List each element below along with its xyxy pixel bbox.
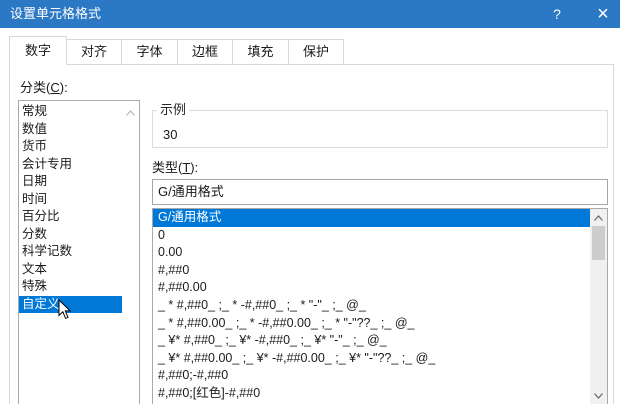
tab-fill[interactable]: 填充 <box>232 39 289 64</box>
format-type-listbox[interactable]: G/通用格式 0 0.00 #,##0 #,##0.00 _ * #,##0_ ;_ * … <box>152 208 608 404</box>
sample-label: 示例 <box>157 102 190 118</box>
chevron-up-icon <box>126 109 135 116</box>
category-list-item[interactable]: 日期 <box>19 173 122 191</box>
type-label-suffix: ): <box>190 160 199 175</box>
format-type-scrollbar[interactable] <box>590 209 607 404</box>
format-type-scroll-up-button[interactable] <box>590 209 607 226</box>
tab-number[interactable]: 数字 <box>9 36 67 65</box>
category-listbox[interactable]: 常规 数值 货币 会计专用 日期 时间 百分比 分数 科学记数 文本 特殊 自定义 <box>18 100 140 404</box>
category-label-accesskey: C <box>50 80 60 95</box>
category-list-item[interactable]: 货币 <box>19 138 122 156</box>
category-items: 常规 数值 货币 会计专用 日期 时间 百分比 分数 科学记数 文本 特殊 自定义 <box>19 103 122 313</box>
close-button[interactable]: × <box>586 0 620 28</box>
format-type-list-item[interactable]: #,##0;[红色]-#,##0 <box>153 385 590 403</box>
category-list-item[interactable]: 分数 <box>19 226 122 244</box>
format-type-list-item[interactable]: _ ¥* #,##0.00_ ;_ ¥* -#,##0.00_ ;_ ¥* "-… <box>153 350 590 368</box>
help-button[interactable]: ? <box>540 0 574 28</box>
format-type-list-item[interactable]: _ ¥* #,##0_ ;_ ¥* -#,##0_ ;_ ¥* "-"_ ;_ … <box>153 332 590 350</box>
category-list-item[interactable]: 百分比 <box>19 208 122 226</box>
category-list-item[interactable]: 文本 <box>19 261 122 279</box>
format-type-list-item[interactable]: 0.00 <box>153 244 590 262</box>
type-label: 类型(T): <box>152 160 198 176</box>
category-list-item[interactable]: 科学记数 <box>19 243 122 261</box>
window-title: 设置单元格格式 <box>10 6 102 21</box>
format-type-items: G/通用格式 0 0.00 #,##0 #,##0.00 _ * #,##0_ ;_ * … <box>153 209 590 403</box>
tab-protection[interactable]: 保护 <box>288 39 344 64</box>
format-type-list-item[interactable]: #,##0;-#,##0 <box>153 367 590 385</box>
type-input[interactable]: G/通用格式 <box>152 179 608 205</box>
tab-alignment[interactable]: 对齐 <box>66 39 122 64</box>
category-list-item[interactable]: 时间 <box>19 191 122 209</box>
chevron-up-icon <box>594 214 603 221</box>
format-type-scroll-down-button[interactable] <box>590 387 607 404</box>
category-list-item[interactable]: 常规 <box>19 103 122 121</box>
category-list-item[interactable]: 特殊 <box>19 278 122 296</box>
format-type-list-item[interactable]: _ * #,##0.00_ ;_ * -#,##0.00_ ;_ * "-"??… <box>153 315 590 333</box>
category-list-item[interactable]: 数值 <box>19 121 122 139</box>
category-list-item[interactable]: 会计专用 <box>19 156 122 174</box>
category-scrollbar[interactable] <box>122 101 139 404</box>
format-type-list-item[interactable]: #,##0.00 <box>153 279 590 297</box>
help-icon: ? <box>553 6 561 22</box>
type-label-prefix: 类型( <box>152 160 183 175</box>
sample-group <box>152 110 608 148</box>
category-scroll-up-button[interactable] <box>122 104 139 121</box>
tab-border[interactable]: 边框 <box>177 39 233 64</box>
mouse-pointer-icon <box>58 299 71 320</box>
category-label: 分类(C): <box>20 80 68 96</box>
format-type-list-item[interactable]: _ * #,##0_ ;_ * -#,##0_ ;_ * "-"_ ;_ @_ <box>153 297 590 315</box>
format-type-list-item[interactable]: G/通用格式 <box>153 209 590 227</box>
scroll-track[interactable] <box>590 226 607 387</box>
close-icon: × <box>597 2 609 25</box>
format-type-list-item[interactable]: #,##0 <box>153 262 590 280</box>
title-bar: 设置单元格格式 ? × <box>0 0 620 28</box>
sample-value: 30 <box>163 127 178 142</box>
tab-font[interactable]: 字体 <box>121 39 178 64</box>
category-label-prefix: 分类( <box>20 80 51 95</box>
category-label-suffix: ): <box>59 80 68 95</box>
chevron-down-icon <box>594 392 603 399</box>
scroll-thumb[interactable] <box>592 226 605 260</box>
format-type-list-item[interactable]: 0 <box>153 227 590 245</box>
